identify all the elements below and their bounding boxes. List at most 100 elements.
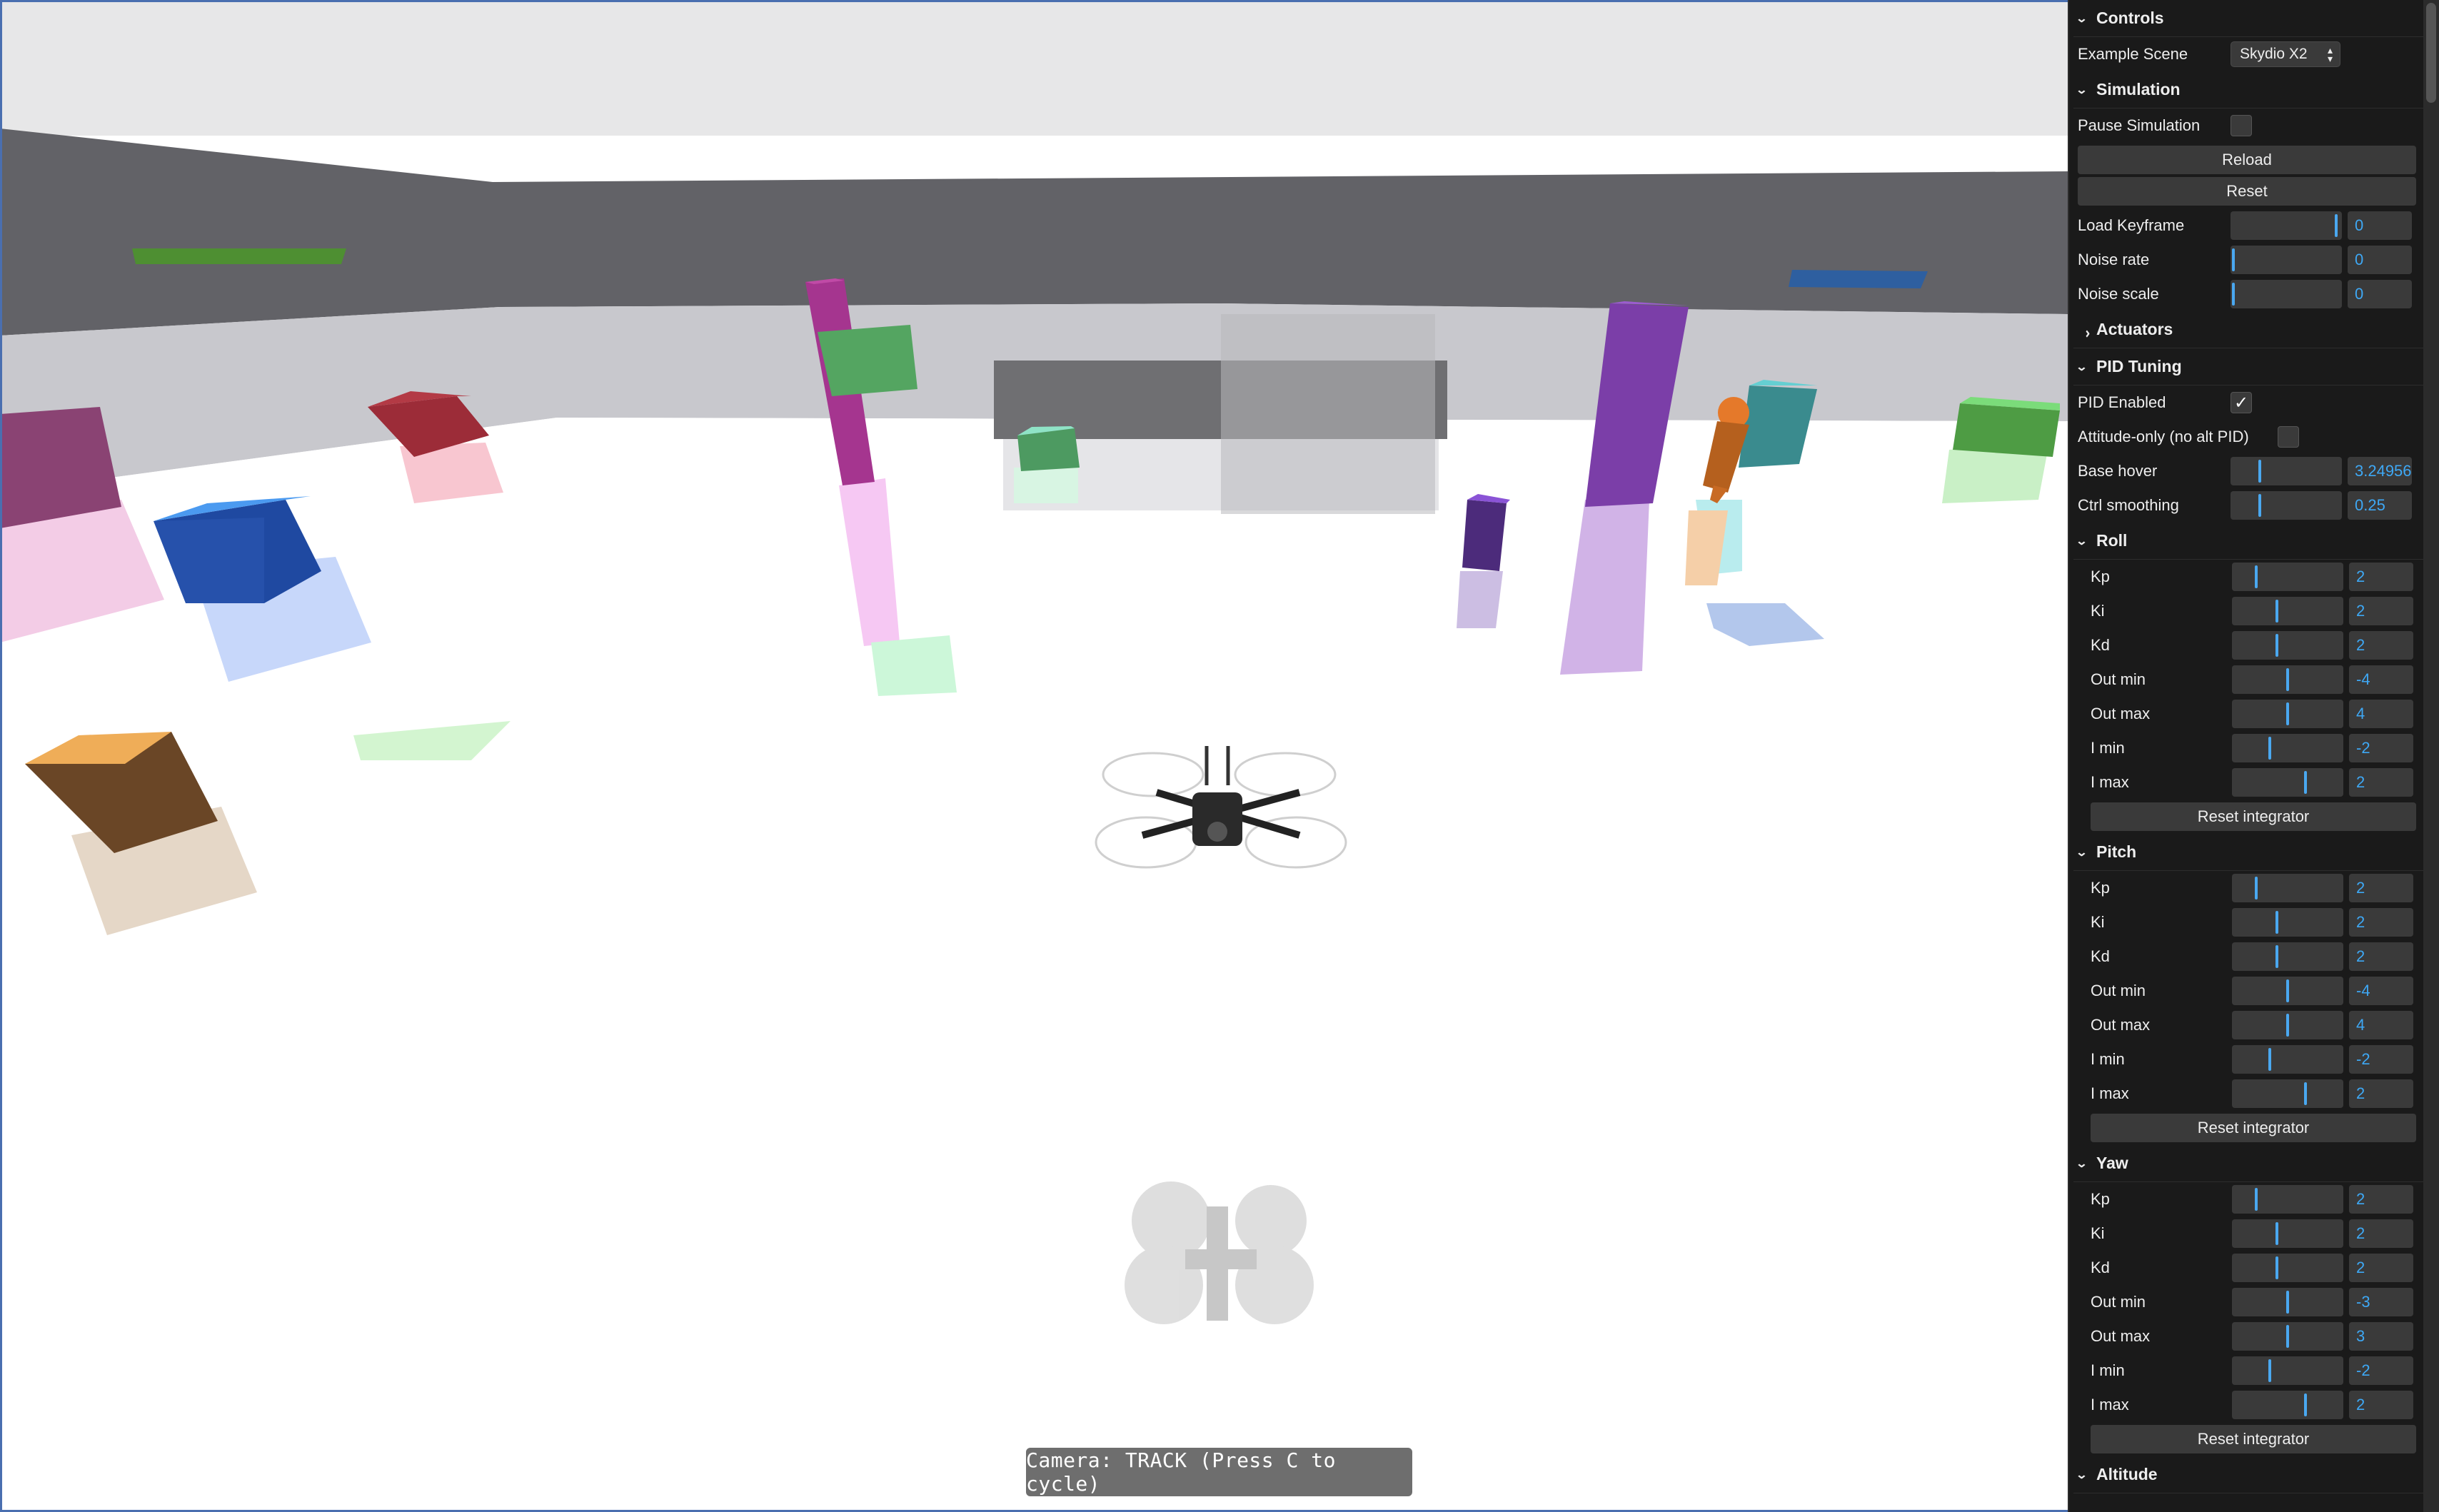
pitch-kp-slider[interactable] [2232, 874, 2343, 902]
noise-scale-slider[interactable] [2231, 280, 2342, 308]
pitch-ki-input[interactable]: 2 [2349, 908, 2413, 937]
example-scene-select[interactable]: Skydio X2 ▴ ▾ [2231, 41, 2340, 67]
slider-handle[interactable] [2275, 1256, 2278, 1279]
folder-controls[interactable]: ⌄ Controls [2073, 0, 2425, 37]
slider-handle[interactable] [2268, 737, 2271, 760]
noise-scale-input[interactable]: 0 [2348, 280, 2412, 308]
scrollbar-thumb[interactable] [2426, 3, 2436, 103]
panel-scrollbar[interactable] [2423, 0, 2439, 1512]
slider-handle[interactable] [2275, 600, 2278, 623]
load-keyframe-slider[interactable] [2231, 211, 2342, 240]
pitch-ki-slider[interactable] [2232, 908, 2343, 937]
folder-pid-tuning[interactable]: ⌄ PID Tuning [2073, 348, 2425, 385]
pitch-kp-input[interactable]: 2 [2349, 874, 2413, 902]
roll-out-max-slider[interactable] [2232, 700, 2343, 728]
slider-handle[interactable] [2275, 945, 2278, 968]
roll-kd-slider[interactable] [2232, 631, 2343, 660]
slider-handle[interactable] [2275, 911, 2278, 934]
camera-mode-label: Camera: TRACK (Press C to cycle) [1026, 1448, 1412, 1496]
pid-enabled-checkbox[interactable]: ✓ [2231, 392, 2252, 413]
slider-handle[interactable] [2255, 877, 2258, 899]
roll-kd-input[interactable]: 2 [2349, 631, 2413, 660]
yaw-ki-slider[interactable] [2232, 1219, 2343, 1248]
base-hover-input[interactable]: 3.24956 [2348, 457, 2412, 485]
pitch-kd-input[interactable]: 2 [2349, 942, 2413, 971]
pitch-out-max-slider[interactable] [2232, 1011, 2343, 1039]
folder-yaw[interactable]: ⌄ Yaw [2073, 1145, 2425, 1182]
slider-handle[interactable] [2335, 214, 2338, 237]
roll-i-max-slider[interactable] [2232, 768, 2343, 797]
attitude-only-checkbox[interactable] [2278, 426, 2299, 448]
noise-rate-input[interactable]: 0 [2348, 246, 2412, 274]
noise-rate-slider[interactable] [2231, 246, 2342, 274]
yaw-kd-input[interactable]: 2 [2349, 1254, 2413, 1282]
ctrl-smoothing-slider[interactable] [2231, 491, 2342, 520]
pause-simulation-checkbox[interactable] [2231, 115, 2252, 136]
pitch-kd-slider[interactable] [2232, 942, 2343, 971]
yaw-i-max-input[interactable]: 2 [2349, 1391, 2413, 1419]
roll-reset-integrator-button[interactable]: Reset integrator [2091, 802, 2416, 831]
pitch-out-min-input[interactable]: -4 [2349, 977, 2413, 1005]
pitch-out-max-input[interactable]: 4 [2349, 1011, 2413, 1039]
roll-out-max-input[interactable]: 4 [2349, 700, 2413, 728]
slider-handle[interactable] [2286, 668, 2289, 691]
slider-handle[interactable] [2232, 248, 2235, 271]
roll-kp-slider[interactable] [2232, 563, 2343, 591]
slider-handle[interactable] [2286, 702, 2289, 725]
roll-kp-input[interactable]: 2 [2349, 563, 2413, 591]
ctrl-smoothing-input[interactable]: 0.25 [2348, 491, 2412, 520]
roll-i-min-input[interactable]: -2 [2349, 734, 2413, 762]
yaw-out-min-input[interactable]: -3 [2349, 1288, 2413, 1316]
slider-handle[interactable] [2275, 634, 2278, 657]
yaw-kp-input[interactable]: 2 [2349, 1185, 2413, 1214]
yaw-out-min-slider[interactable] [2232, 1288, 2343, 1316]
yaw-i-max-slider[interactable] [2232, 1391, 2343, 1419]
pitch-i-min-slider[interactable] [2232, 1045, 2343, 1074]
roll-i-min-slider[interactable] [2232, 734, 2343, 762]
pitch-i-max-slider[interactable] [2232, 1079, 2343, 1108]
folder-roll[interactable]: ⌄ Roll [2073, 523, 2425, 560]
roll-ki-slider[interactable] [2232, 597, 2343, 625]
simulation-viewport[interactable]: Camera: TRACK (Press C to cycle) [0, 0, 2068, 1512]
slider-handle[interactable] [2255, 565, 2258, 588]
yaw-ki-input[interactable]: 2 [2349, 1219, 2413, 1248]
pitch-i-min-input[interactable]: -2 [2349, 1045, 2413, 1074]
slider-handle[interactable] [2232, 283, 2235, 306]
yaw-i-min-input[interactable]: -2 [2349, 1356, 2413, 1385]
pitch-reset-integrator-button[interactable]: Reset integrator [2091, 1114, 2416, 1142]
slider-handle[interactable] [2275, 1222, 2278, 1245]
slider-handle[interactable] [2286, 1014, 2289, 1037]
pitch-out-min-label: Out min [2091, 982, 2146, 999]
slider-handle[interactable] [2304, 1393, 2307, 1416]
reload-button[interactable]: Reload [2078, 146, 2416, 174]
slider-handle[interactable] [2286, 1291, 2289, 1314]
slider-handle[interactable] [2258, 494, 2261, 517]
roll-out-min-slider[interactable] [2232, 665, 2343, 694]
yaw-i-min-slider[interactable] [2232, 1356, 2343, 1385]
yaw-reset-integrator-button[interactable]: Reset integrator [2091, 1425, 2416, 1453]
roll-out-min-input[interactable]: -4 [2349, 665, 2413, 694]
folder-pitch[interactable]: ⌄ Pitch [2073, 834, 2425, 871]
yaw-kd-slider[interactable] [2232, 1254, 2343, 1282]
folder-altitude[interactable]: ⌄ Altitude [2073, 1456, 2425, 1493]
reset-button[interactable]: Reset [2078, 177, 2416, 206]
slider-handle[interactable] [2268, 1359, 2271, 1382]
base-hover-slider[interactable] [2231, 457, 2342, 485]
slider-handle[interactable] [2255, 1188, 2258, 1211]
load-keyframe-input[interactable]: 0 [2348, 211, 2412, 240]
folder-simulation[interactable]: ⌄ Simulation [2073, 71, 2425, 109]
yaw-out-max-input[interactable]: 3 [2349, 1322, 2413, 1351]
slider-handle[interactable] [2258, 460, 2261, 483]
slider-handle[interactable] [2286, 1325, 2289, 1348]
pitch-i-max-input[interactable]: 2 [2349, 1079, 2413, 1108]
slider-handle[interactable] [2286, 979, 2289, 1002]
slider-handle[interactable] [2268, 1048, 2271, 1071]
slider-handle[interactable] [2304, 771, 2307, 794]
roll-ki-input[interactable]: 2 [2349, 597, 2413, 625]
folder-actuators[interactable]: ⌄ Actuators [2073, 311, 2425, 348]
roll-i-max-input[interactable]: 2 [2349, 768, 2413, 797]
yaw-kp-slider[interactable] [2232, 1185, 2343, 1214]
slider-handle[interactable] [2304, 1082, 2307, 1105]
pitch-out-min-slider[interactable] [2232, 977, 2343, 1005]
yaw-out-max-slider[interactable] [2232, 1322, 2343, 1351]
